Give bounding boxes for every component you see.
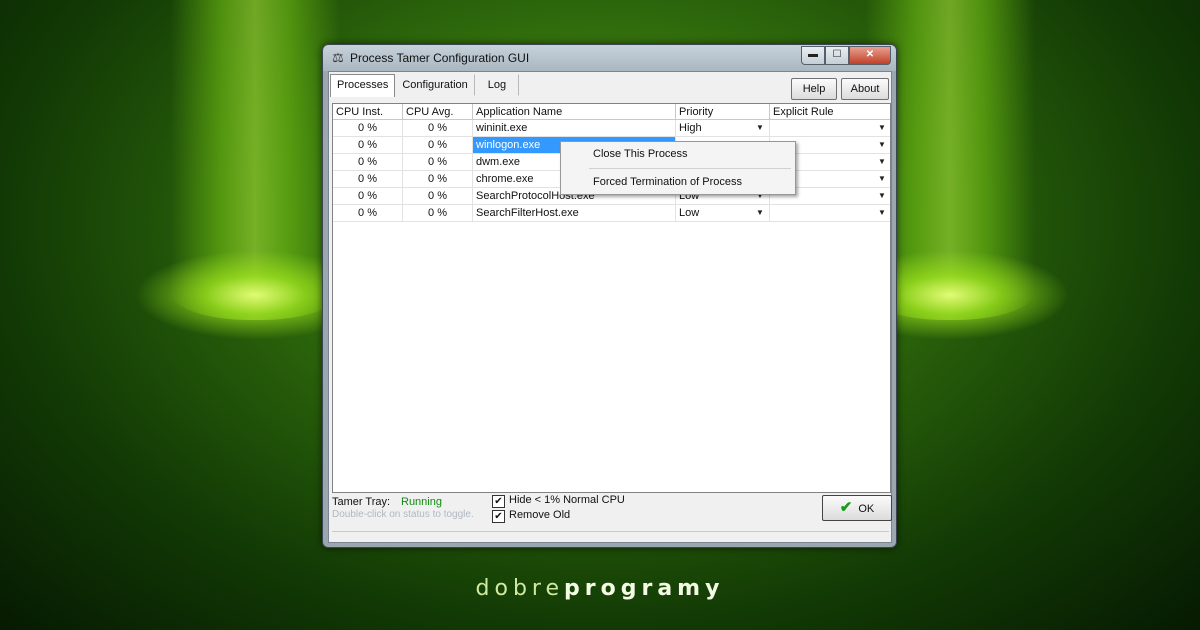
help-button[interactable]: Help (791, 78, 837, 100)
cpu-inst-cell: 0 % (333, 154, 403, 170)
app-name-cell[interactable]: wininit.exe (473, 120, 676, 136)
cpu-inst-cell: 0 % (333, 120, 403, 136)
tray-hint: Double-click on status to toggle. (332, 509, 474, 520)
chevron-down-icon[interactable]: ▼ (878, 205, 886, 221)
close-process-menu-item[interactable]: Close This Process (561, 142, 795, 166)
cpu-inst-cell: 0 % (333, 171, 403, 187)
chevron-down-icon[interactable]: ▼ (756, 205, 764, 221)
chevron-down-icon[interactable]: ▼ (878, 154, 886, 170)
tab-configuration[interactable]: Configuration (395, 74, 475, 96)
column-header-cpu-avg[interactable]: CPU Avg. (403, 104, 473, 120)
table-row[interactable]: 0 % 0 % wininit.exe High ▼ ▼ (333, 120, 890, 137)
checkmark-icon: ✔ (839, 499, 853, 516)
cpu-avg-cell: 0 % (403, 171, 473, 187)
chevron-down-icon[interactable]: ▼ (878, 171, 886, 187)
about-button[interactable]: About (841, 78, 889, 100)
minimize-button[interactable]: ▬ (801, 46, 825, 65)
remove-old-checkbox[interactable]: ✔ (492, 510, 505, 523)
forced-termination-menu-item[interactable]: Forced Termination of Process (561, 170, 795, 194)
title-bar[interactable]: ⚖ Process Tamer Configuration GUI ▬ ☐ ✕ (323, 45, 896, 71)
column-header-explicit-rule[interactable]: Explicit Rule (770, 104, 890, 120)
cpu-avg-cell: 0 % (403, 154, 473, 170)
cpu-avg-cell: 0 % (403, 188, 473, 204)
app-window: ⚖ Process Tamer Configuration GUI ▬ ☐ ✕ … (322, 44, 897, 548)
menu-separator (589, 168, 791, 169)
cpu-avg-cell: 0 % (403, 120, 473, 136)
chevron-down-icon[interactable]: ▼ (878, 188, 886, 204)
brand-light: dobre (475, 576, 565, 601)
tab-strip: Processes Configuration Log (330, 74, 520, 97)
chevron-down-icon[interactable]: ▼ (878, 120, 886, 136)
hide-low-cpu-checkbox[interactable]: ✔ (492, 495, 505, 508)
brand-bold: programy (564, 576, 725, 601)
close-button[interactable]: ✕ (849, 46, 891, 65)
cpu-avg-cell: 0 % (403, 205, 473, 221)
remove-old-label[interactable]: Remove Old (509, 509, 570, 521)
cpu-inst-cell: 0 % (333, 137, 403, 153)
tray-status[interactable]: Running (401, 496, 442, 508)
status-bar (332, 531, 889, 541)
scales-icon: ⚖ (332, 50, 344, 65)
cpu-inst-cell: 0 % (333, 205, 403, 221)
cpu-inst-cell: 0 % (333, 188, 403, 204)
ok-button[interactable]: ✔ OK (822, 495, 892, 521)
table-row[interactable]: 0 % 0 % SearchFilterHost.exe Low ▼ ▼ (333, 205, 890, 222)
ok-label: OK (858, 503, 875, 515)
caption-buttons: ▬ ☐ ✕ (801, 46, 891, 65)
column-header-cpu-inst[interactable]: CPU Inst. (333, 104, 403, 120)
context-menu: Close This Process Forced Termination of… (560, 141, 796, 195)
chevron-down-icon[interactable]: ▼ (756, 120, 764, 136)
chevron-down-icon[interactable]: ▼ (878, 137, 886, 153)
window-title: Process Tamer Configuration GUI (350, 51, 530, 65)
footer-panel: Tamer Tray: Running Double-click on stat… (332, 493, 892, 527)
cpu-avg-cell: 0 % (403, 137, 473, 153)
explicit-rule-select[interactable] (770, 205, 890, 221)
tab-log[interactable]: Log (475, 74, 520, 96)
hide-low-cpu-label[interactable]: Hide < 1% Normal CPU (509, 494, 625, 506)
maximize-button[interactable]: ☐ (825, 46, 849, 65)
column-header-app-name[interactable]: Application Name (473, 104, 676, 120)
tab-processes[interactable]: Processes (330, 74, 396, 97)
explicit-rule-select[interactable] (770, 120, 890, 136)
tray-label: Tamer Tray: (332, 496, 391, 508)
column-header-priority[interactable]: Priority (676, 104, 770, 120)
app-name-cell[interactable]: SearchFilterHost.exe (473, 205, 676, 221)
brand-logo: dobreprogramy (0, 576, 1200, 601)
